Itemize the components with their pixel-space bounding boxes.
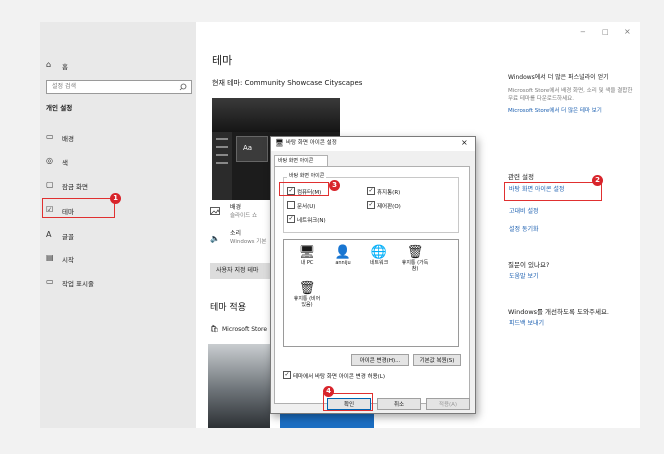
recycle-bin-full-icon: 🗑 bbox=[406, 245, 424, 260]
annotation-box-themes bbox=[42, 198, 115, 218]
dialog-close-button[interactable]: × bbox=[461, 139, 468, 147]
preview-city-image bbox=[212, 98, 340, 132]
user-folder-icon: 👤 bbox=[334, 245, 352, 260]
sidebar-item-background[interactable]: ▭ 배경 bbox=[40, 132, 196, 146]
more-themes-link[interactable]: Microsoft Store에서 더 많은 테마 보기 bbox=[508, 107, 636, 115]
search-icon bbox=[179, 83, 187, 91]
apply-theme-title: 테마 적용 bbox=[210, 303, 246, 313]
picture-icon: ▭ bbox=[46, 132, 54, 141]
palette-icon: ◎ bbox=[46, 156, 53, 165]
control-panel-checkbox-label: 제어판(O) bbox=[377, 204, 401, 210]
annotation-box-desktop-icons bbox=[504, 182, 602, 201]
home-icon: ⌂ bbox=[46, 60, 52, 69]
dialog-titlebar: 🖥 바탕 화면 아이콘 설정 × bbox=[271, 137, 475, 151]
section-title: 개인 설정 bbox=[46, 104, 73, 112]
network-icon: 🌐 bbox=[370, 245, 388, 260]
improve-title: Windows를 개선하도록 도와주세요. bbox=[508, 308, 609, 316]
dialog-title: 바탕 화면 아이콘 설정 bbox=[286, 140, 337, 146]
font-icon: A bbox=[46, 230, 52, 239]
search-placeholder: 설정 검색 bbox=[52, 83, 76, 90]
recycle-bin-empty-icon: 🗑 bbox=[298, 281, 316, 296]
background-value: 슬라이드 쇼 bbox=[230, 213, 258, 219]
right-panel: Windows에서 더 많은 퍼스널라이 얻기 Microsoft Store에… bbox=[508, 74, 636, 115]
dialog-icon: 🖥 bbox=[275, 139, 284, 147]
store-bag-icon: 🛍 bbox=[210, 325, 219, 333]
annotation-badge-3: 3 bbox=[329, 180, 340, 191]
high-contrast-link[interactable]: 고대비 설정 bbox=[509, 209, 539, 215]
maximize-button[interactable]: □ bbox=[602, 29, 609, 36]
documents-checkbox[interactable] bbox=[287, 201, 295, 209]
start-icon: ▤ bbox=[46, 253, 54, 262]
minimize-button[interactable]: − bbox=[580, 29, 586, 36]
apply-button[interactable]: 적용(A) bbox=[426, 398, 470, 410]
taskbar-icon: ▭ bbox=[46, 277, 54, 286]
change-icon-button[interactable]: 아이콘 변경(H)... bbox=[351, 354, 409, 366]
recycle-bin-checkbox-label: 휴지통(R) bbox=[377, 190, 401, 196]
restore-default-button[interactable]: 기본값 복원(S) bbox=[413, 354, 461, 366]
sidebar-item-label: 글꼴 bbox=[62, 233, 74, 241]
annotation-badge-2: 2 bbox=[592, 175, 603, 186]
feedback-link[interactable]: 피드백 보내기 bbox=[509, 321, 544, 327]
icon-item-recycle-full[interactable]: 🗑 휴지통 (가득 참) bbox=[400, 245, 430, 273]
annotation-box-computer bbox=[279, 182, 329, 196]
icon-item-this-pc[interactable]: 🖥 내 PC bbox=[292, 245, 322, 267]
help-link[interactable]: 도움말 보기 bbox=[509, 274, 539, 280]
icon-item-recycle-empty[interactable]: 🗑 휴지통 (비어 있음) bbox=[292, 281, 322, 309]
sidebar-item-label: 시작 bbox=[62, 256, 74, 264]
current-theme-label: 현재 테마: Community Showcase Cityscapes bbox=[212, 79, 363, 87]
microsoft-store-link[interactable]: Microsoft Store bbox=[222, 327, 267, 333]
sidebar-item-label: 색 bbox=[62, 159, 68, 167]
monitor-icon: 🖥 bbox=[298, 245, 316, 260]
sound-title[interactable]: 소리 bbox=[230, 231, 241, 237]
annotation-badge-4: 4 bbox=[323, 386, 334, 397]
annotation-badge-1: 1 bbox=[110, 193, 121, 204]
allow-themes-label: 테마에서 바탕 화면 아이콘 변경 허용(L) bbox=[293, 374, 385, 380]
desktop-icon-settings-dialog: 🖥 바탕 화면 아이콘 설정 × 바탕 화면 아이콘 바탕 화면 아이콘 ✓ 컴… bbox=[270, 136, 476, 414]
theme-thumbnail-city[interactable] bbox=[208, 344, 270, 428]
related-settings-title: 관련 설정 bbox=[508, 173, 534, 181]
allow-themes-checkbox[interactable]: ✓ bbox=[283, 371, 291, 379]
sync-settings-link[interactable]: 설정 동기화 bbox=[509, 227, 539, 233]
sidebar-item-lockscreen[interactable]: ▢ 잠금 화면 bbox=[40, 180, 196, 194]
picture-icon bbox=[210, 207, 220, 215]
sidebar-item-taskbar[interactable]: ▭ 작업 표시줄 bbox=[40, 277, 196, 291]
network-checkbox[interactable]: ✓ bbox=[287, 215, 295, 223]
sidebar-item-label: 홈 bbox=[62, 63, 68, 71]
sidebar-item-color[interactable]: ◎ 색 bbox=[40, 156, 196, 170]
sidebar: ⌂ 홈 설정 검색 개인 설정 ▭ 배경 ◎ 색 ▢ 잠금 화면 ☑ 테마 A … bbox=[40, 22, 196, 428]
speaker-icon: 🔈 bbox=[210, 234, 220, 243]
documents-checkbox-label: 문서(U) bbox=[297, 204, 316, 210]
tab-panel: 바탕 화면 아이콘 ✓ 컴퓨터(M) ✓ 휴지통(R) 문서(U) ✓ 제어판(… bbox=[274, 166, 470, 404]
sound-value: Windows 기본 bbox=[230, 239, 267, 245]
icon-group-title: 바탕 화면 아이콘 bbox=[287, 173, 327, 179]
preview-text: Aa bbox=[243, 144, 253, 152]
search-input[interactable]: 설정 검색 bbox=[46, 80, 192, 94]
question-title: 질문이 있나요? bbox=[508, 261, 550, 269]
close-button[interactable]: × bbox=[624, 28, 631, 36]
icon-item-network[interactable]: 🌐 네트워크 bbox=[364, 245, 394, 267]
sidebar-item-start[interactable]: ▤ 시작 bbox=[40, 253, 196, 267]
sidebar-item-home[interactable]: ⌂ 홈 bbox=[40, 60, 196, 74]
sidebar-item-fonts[interactable]: A 글꼴 bbox=[40, 230, 196, 244]
control-panel-checkbox[interactable]: ✓ bbox=[367, 201, 375, 209]
more-title: Windows에서 더 많은 퍼스널라이 얻기 bbox=[508, 74, 609, 81]
recycle-bin-checkbox[interactable]: ✓ bbox=[367, 187, 375, 195]
more-description: Microsoft Store에서 배경 화면, 소리 및 색을 결합한 무료 … bbox=[508, 88, 633, 102]
background-title[interactable]: 배경 bbox=[230, 205, 241, 211]
sidebar-item-label: 배경 bbox=[62, 135, 74, 143]
custom-theme-button[interactable]: 사용자 지정 테마 bbox=[210, 263, 276, 279]
network-checkbox-label: 네트워크(N) bbox=[297, 218, 326, 224]
icon-preview-list: 🖥 내 PC 👤 anniju 🌐 네트워크 🗑 휴지통 (가득 참) 🗑 휴지… bbox=[283, 239, 459, 347]
page-title: 테마 bbox=[212, 54, 233, 67]
icon-item-user[interactable]: 👤 anniju bbox=[328, 245, 358, 267]
cancel-button[interactable]: 취소 bbox=[377, 398, 421, 410]
sidebar-item-label: 작업 표시줄 bbox=[62, 280, 94, 288]
sidebar-item-label: 잠금 화면 bbox=[62, 183, 88, 191]
lockscreen-icon: ▢ bbox=[46, 180, 54, 189]
